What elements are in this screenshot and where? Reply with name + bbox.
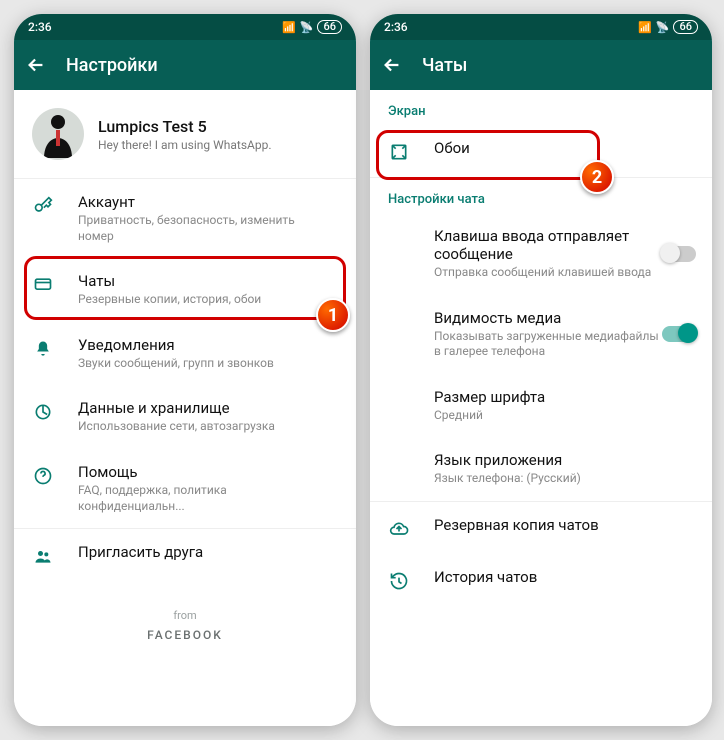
section-chat: Настройки чата: [370, 178, 712, 213]
settings-content: Lumpics Test 5 Hey there! I am using Wha…: [14, 90, 356, 726]
bell-icon: [32, 338, 54, 360]
chat-icon: [32, 274, 54, 296]
people-icon: [32, 545, 54, 567]
signal-icon: 📶: [638, 21, 652, 34]
item-subtitle: FAQ, поддержка, политика конфиденциальн.…: [78, 483, 308, 514]
signal-icon: 📶: [282, 21, 296, 34]
status-bar: 2:36 📶 📡 66: [14, 14, 356, 40]
key-icon: [32, 195, 54, 217]
item-title: Помощь: [78, 463, 308, 481]
settings-item-invite[interactable]: Пригласить друга: [14, 529, 356, 581]
profile-row[interactable]: Lumpics Test 5 Hey there! I am using Wha…: [14, 90, 356, 179]
cloud-upload-icon: [388, 518, 410, 540]
item-title: Чаты: [78, 272, 261, 290]
chats-item-backup[interactable]: Резервная копия чатов: [370, 502, 712, 554]
item-subtitle: Использование сети, автозагрузка: [78, 419, 275, 435]
chats-item-app-language[interactable]: Язык приложения Язык телефона: (Русский): [370, 437, 712, 501]
settings-item-account[interactable]: Аккаунт Приватность, безопасность, измен…: [14, 179, 356, 258]
footer-from: from: [14, 609, 356, 622]
appbar-title: Настройки: [66, 55, 158, 76]
wifi-icon: 📡: [300, 21, 314, 34]
status-time: 2:36: [384, 20, 408, 34]
phone-chats-settings: 2:36 📶 📡 66 Чаты Экран Обои Настройки ча…: [370, 14, 712, 726]
settings-item-chats[interactable]: Чаты Резервные копии, история, обои: [14, 258, 356, 322]
chats-item-font-size[interactable]: Размер шрифта Средний: [370, 374, 712, 438]
settings-item-notifications[interactable]: Уведомления Звуки сообщений, групп и зво…: [14, 322, 356, 386]
item-subtitle: Показывать загруженные медиафайлы в гале…: [434, 329, 664, 360]
profile-status: Hey there! I am using WhatsApp.: [98, 138, 272, 152]
footer-brand: FACEBOOK: [14, 628, 356, 642]
item-subtitle: Средний: [434, 408, 545, 424]
arrow-left-icon: [381, 54, 403, 76]
item-title: Размер шрифта: [434, 388, 545, 406]
chats-item-wallpaper[interactable]: Обои: [370, 125, 712, 177]
switch-media-visibility[interactable]: [662, 326, 696, 342]
wallpaper-icon: [388, 141, 410, 163]
history-icon: [388, 570, 410, 592]
item-title: Уведомления: [78, 336, 274, 354]
arrow-left-icon: [25, 54, 47, 76]
item-subtitle: Язык телефона: (Русский): [434, 471, 581, 487]
chats-settings-content: Экран Обои Настройки чата Клавиша ввода …: [370, 90, 712, 726]
item-subtitle: Звуки сообщений, групп и звонков: [78, 356, 274, 372]
item-title: Язык приложения: [434, 451, 581, 469]
back-button[interactable]: [24, 53, 48, 77]
battery-icon: 66: [673, 20, 698, 34]
avatar: [32, 108, 84, 160]
phone-settings: 2:36 📶 📡 66 Настройки Lumpics Test 5 Hey…: [14, 14, 356, 726]
footer: from FACEBOOK: [14, 581, 356, 642]
item-title: Видимость медиа: [434, 309, 664, 327]
item-title: Клавиша ввода отправляет сообщение: [434, 227, 696, 263]
appbar-title: Чаты: [422, 55, 467, 76]
settings-item-data[interactable]: Данные и хранилище Использование сети, а…: [14, 385, 356, 449]
item-title: Резервная копия чатов: [434, 516, 599, 534]
switch-enter-sends[interactable]: [662, 246, 696, 262]
item-title: Обои: [434, 139, 470, 157]
profile-name: Lumpics Test 5: [98, 117, 272, 136]
item-subtitle: Приватность, безопасность, изменить номе…: [78, 213, 308, 244]
item-title: Аккаунт: [78, 193, 308, 211]
item-title: История чатов: [434, 568, 537, 586]
section-screen: Экран: [370, 90, 712, 125]
status-icons: 📶 📡 66: [638, 20, 698, 34]
data-icon: [32, 401, 54, 423]
chats-item-history[interactable]: История чатов: [370, 554, 712, 606]
status-bar: 2:36 📶 📡 66: [370, 14, 712, 40]
back-button[interactable]: [380, 53, 404, 77]
appbar: Чаты: [370, 40, 712, 90]
item-title: Пригласить друга: [78, 543, 203, 561]
item-title: Данные и хранилище: [78, 399, 275, 417]
chats-item-enter-sends[interactable]: Клавиша ввода отправляет сообщение Отпра…: [370, 213, 712, 295]
item-subtitle: Отправка сообщений клавишей ввода: [434, 265, 664, 281]
wifi-icon: 📡: [656, 21, 670, 34]
settings-item-help[interactable]: Помощь FAQ, поддержка, политика конфиден…: [14, 449, 356, 528]
chats-item-media-visibility[interactable]: Видимость медиа Показывать загруженные м…: [370, 295, 712, 374]
help-icon: [32, 465, 54, 487]
status-time: 2:36: [28, 20, 52, 34]
battery-icon: 66: [317, 20, 342, 34]
status-icons: 📶 📡 66: [282, 20, 342, 34]
item-subtitle: Резервные копии, история, обои: [78, 292, 261, 308]
appbar: Настройки: [14, 40, 356, 90]
